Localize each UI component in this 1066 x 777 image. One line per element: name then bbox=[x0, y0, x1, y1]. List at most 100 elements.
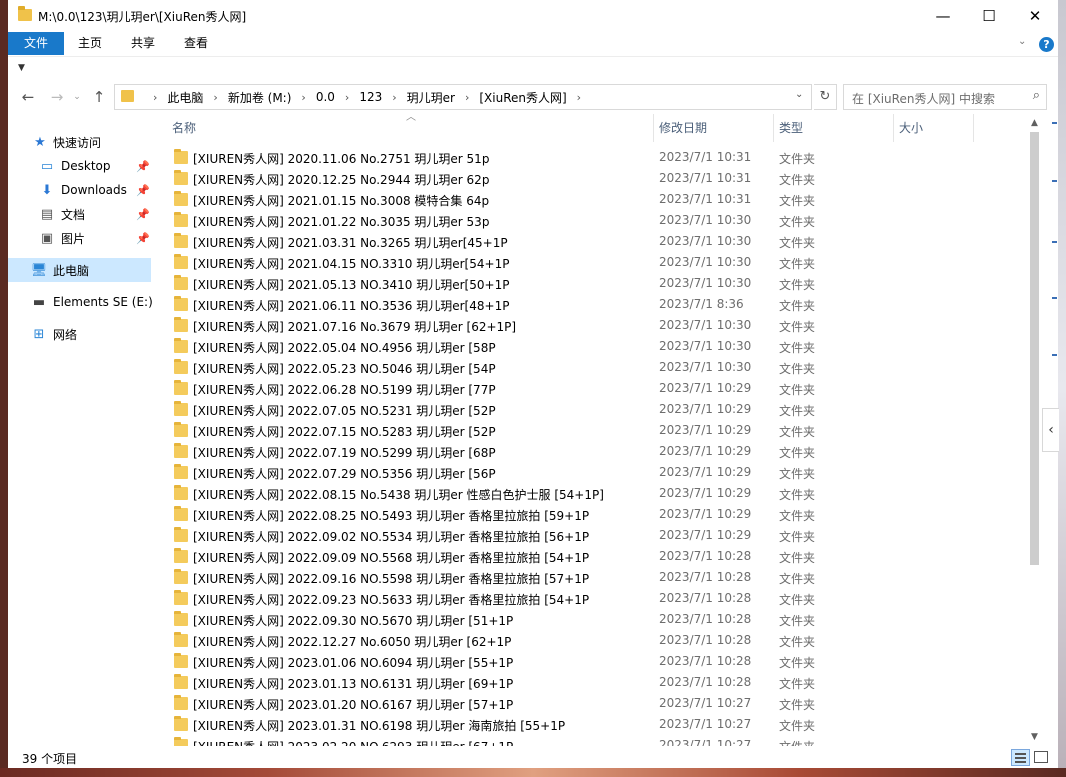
customize-toolbar-icon[interactable]: ▼ bbox=[18, 63, 25, 73]
table-row[interactable]: [XIUREN秀人网] 2022.09.16 NO.5598 玥儿玥er 香格里… bbox=[156, 567, 1026, 588]
table-row[interactable]: [XIUREN秀人网] 2022.09.02 NO.5534 玥儿玥er 香格里… bbox=[156, 525, 1026, 546]
table-row[interactable]: [XIUREN秀人网] 2022.06.28 NO.5199 玥儿玥er [77… bbox=[156, 378, 1026, 399]
breadcrumb-item[interactable]: 玥儿玥er bbox=[407, 89, 455, 106]
chevron-left-icon[interactable]: ‹ bbox=[1042, 408, 1059, 452]
scroll-thumb[interactable] bbox=[1030, 132, 1039, 565]
breadcrumb-item[interactable]: 新加卷 (M:) bbox=[228, 89, 292, 106]
table-row[interactable]: [XIUREN秀人网] 2021.06.11 NO.3536 玥儿玥er[48+… bbox=[156, 294, 1026, 315]
up-button[interactable]: ↑ bbox=[89, 87, 109, 107]
maximize-button[interactable]: ☐ bbox=[966, 0, 1012, 32]
table-row[interactable]: [XIUREN秀人网] 2022.05.04 NO.4956 玥儿玥er [58… bbox=[156, 336, 1026, 357]
table-row[interactable]: [XIUREN秀人网] 2020.12.25 No.2944 玥儿玥er 62p… bbox=[156, 168, 1026, 189]
large-icons-view-button[interactable] bbox=[1033, 750, 1048, 763]
modified-date: 2023/7/1 10:29 bbox=[659, 381, 752, 395]
address-bar[interactable]: › 此电脑 › 新加卷 (M:) › 0.0 › 123 › 玥儿玥er › [… bbox=[114, 84, 812, 110]
file-name: [XIUREN秀人网] 2021.04.15 NO.3310 玥儿玥er[54+… bbox=[193, 257, 510, 271]
chevron-right-icon[interactable]: › bbox=[345, 91, 349, 104]
nav-item-this-pc[interactable]: 🖥 此电脑 bbox=[8, 258, 151, 282]
file-name: [XIUREN秀人网] 2023.02.20 NO.6293 玥儿玥er [67… bbox=[193, 738, 513, 746]
chevron-right-icon[interactable]: › bbox=[153, 91, 157, 104]
vertical-scrollbar[interactable]: ▲ ▼ bbox=[1026, 114, 1043, 746]
minimize-button[interactable]: — bbox=[920, 0, 966, 32]
column-divider[interactable] bbox=[893, 114, 894, 142]
table-row[interactable]: [XIUREN秀人网] 2023.01.13 NO.6131 玥儿玥er [69… bbox=[156, 672, 1026, 693]
modified-date: 2023/7/1 10:29 bbox=[659, 444, 752, 458]
file-type: 文件夹 bbox=[779, 320, 816, 334]
table-row[interactable]: [XIUREN秀人网] 2021.01.22 No.3035 玥儿玥er 53p… bbox=[156, 210, 1026, 231]
close-button[interactable]: ✕ bbox=[1012, 0, 1058, 32]
chevron-right-icon[interactable]: › bbox=[465, 91, 469, 104]
column-divider[interactable] bbox=[773, 114, 774, 142]
recent-locations-icon[interactable]: ⌄ bbox=[67, 87, 87, 107]
table-row[interactable]: [XIUREN秀人网] 2023.01.20 NO.6167 玥儿玥er [57… bbox=[156, 693, 1026, 714]
scroll-up-icon[interactable]: ▲ bbox=[1026, 118, 1043, 128]
nav-item-quick-access[interactable]: ★ 快速访问 bbox=[8, 130, 151, 154]
table-row[interactable]: [XIUREN秀人网] 2023.01.31 NO.6198 玥儿玥er 海南旅… bbox=[156, 714, 1026, 735]
table-row[interactable]: [XIUREN秀人网] 2022.07.29 NO.5356 玥儿玥er [56… bbox=[156, 462, 1026, 483]
chevron-down-icon[interactable]: ⌄ bbox=[795, 89, 803, 100]
table-row[interactable]: [XIUREN秀人网] 2022.08.15 No.5438 玥儿玥er 性感白… bbox=[156, 483, 1026, 504]
nav-item-desktop[interactable]: ▭ Desktop 📌 bbox=[8, 154, 151, 178]
tab-share[interactable]: 共享 bbox=[131, 32, 155, 55]
modified-date: 2023/7/1 10:30 bbox=[659, 276, 752, 290]
column-divider[interactable] bbox=[653, 114, 654, 142]
tab-home[interactable]: 主页 bbox=[78, 32, 102, 55]
table-row[interactable]: [XIUREN秀人网] 2022.07.19 NO.5299 玥儿玥er [68… bbox=[156, 441, 1026, 462]
details-view-button[interactable] bbox=[1011, 749, 1030, 766]
table-row[interactable]: [XIUREN秀人网] 2022.05.23 NO.5046 玥儿玥er [54… bbox=[156, 357, 1026, 378]
column-header-type[interactable]: 类型 bbox=[779, 114, 803, 142]
breadcrumb-item[interactable]: 0.0 bbox=[316, 90, 335, 104]
scroll-down-icon[interactable]: ▼ bbox=[1026, 732, 1043, 742]
table-row[interactable]: [XIUREN秀人网] 2022.07.15 NO.5283 玥儿玥er [52… bbox=[156, 420, 1026, 441]
folder-icon bbox=[174, 380, 188, 395]
table-row[interactable]: [XIUREN秀人网] 2021.07.16 No.3679 玥儿玥er [62… bbox=[156, 315, 1026, 336]
tab-view[interactable]: 查看 bbox=[184, 32, 208, 55]
table-row[interactable]: [XIUREN秀人网] 2022.08.25 NO.5493 玥儿玥er 香格里… bbox=[156, 504, 1026, 525]
table-row[interactable]: [XIUREN秀人网] 2022.09.09 NO.5568 玥儿玥er 香格里… bbox=[156, 546, 1026, 567]
column-header-date[interactable]: 修改日期 bbox=[659, 114, 707, 142]
table-row[interactable]: [XIUREN秀人网] 2022.09.30 NO.5670 玥儿玥er [51… bbox=[156, 609, 1026, 630]
tab-file[interactable]: 文件 bbox=[8, 32, 64, 55]
table-row[interactable]: [XIUREN秀人网] 2021.01.15 No.3008 模特合集 64p 2… bbox=[156, 189, 1026, 210]
breadcrumb-item[interactable]: 123 bbox=[359, 90, 382, 104]
file-name: [XIUREN秀人网] 2021.05.13 NO.3410 玥儿玥er[50+… bbox=[193, 278, 510, 292]
file-type: 文件夹 bbox=[779, 215, 816, 229]
nav-item-network[interactable]: ⊞ 网络 bbox=[8, 322, 151, 346]
nav-item-elements-drive[interactable]: ▬ Elements SE (E:) bbox=[8, 290, 153, 314]
table-row[interactable]: [XIUREN秀人网] 2023.01.06 NO.6094 玥儿玥er [55… bbox=[156, 651, 1026, 672]
column-divider[interactable] bbox=[973, 114, 974, 142]
chevron-right-icon[interactable]: › bbox=[213, 91, 217, 104]
column-header-size[interactable]: 大小 bbox=[899, 114, 923, 142]
table-row[interactable]: [XIUREN秀人网] 2021.03.31 No.3265 玥儿玥er[45+… bbox=[156, 231, 1026, 252]
help-icon[interactable]: ? bbox=[1039, 37, 1054, 52]
nav-item-downloads[interactable]: ⬇ Downloads 📌 bbox=[8, 178, 151, 202]
breadcrumb-item[interactable]: 此电脑 bbox=[167, 89, 203, 106]
breadcrumb-item[interactable]: [XiuRen秀人网] bbox=[479, 89, 566, 106]
table-row[interactable]: [XIUREN秀人网] 2022.07.05 NO.5231 玥儿玥er [52… bbox=[156, 399, 1026, 420]
chevron-right-icon[interactable]: › bbox=[577, 91, 581, 104]
forward-button[interactable]: → bbox=[47, 87, 67, 107]
file-type: 文件夹 bbox=[779, 446, 816, 460]
back-button[interactable]: ← bbox=[18, 87, 38, 107]
search-icon[interactable]: ⌕ bbox=[1033, 88, 1040, 103]
refresh-button[interactable]: ↻ bbox=[814, 84, 837, 110]
table-row[interactable]: [XIUREN秀人网] 2023.02.20 NO.6293 玥儿玥er [67… bbox=[156, 735, 1026, 746]
modified-date: 2023/7/1 10:27 bbox=[659, 738, 752, 746]
table-row[interactable]: [XIUREN秀人网] 2022.09.23 NO.5633 玥儿玥er 香格里… bbox=[156, 588, 1026, 609]
table-row[interactable]: [XIUREN秀人网] 2022.12.27 No.6050 玥儿玥er [62… bbox=[156, 630, 1026, 651]
nav-item-documents[interactable]: ▤ 文档 📌 bbox=[8, 202, 151, 226]
file-type: 文件夹 bbox=[779, 677, 816, 691]
nav-item-label: Desktop bbox=[61, 159, 111, 173]
file-list: [XIUREN秀人网] 2020.11.06 No.2751 玥儿玥er 51p… bbox=[156, 147, 1026, 746]
table-row[interactable]: [XIUREN秀人网] 2020.11.06 No.2751 玥儿玥er 51p… bbox=[156, 147, 1026, 168]
chevron-right-icon[interactable]: › bbox=[392, 91, 396, 104]
chevron-right-icon[interactable]: › bbox=[301, 91, 305, 104]
table-row[interactable]: [XIUREN秀人网] 2021.04.15 NO.3310 玥儿玥er[54+… bbox=[156, 252, 1026, 273]
search-input[interactable]: 在 [XiuRen秀人网] 中搜索 ⌕ bbox=[843, 84, 1047, 110]
table-row[interactable]: [XIUREN秀人网] 2021.05.13 NO.3410 玥儿玥er[50+… bbox=[156, 273, 1026, 294]
window-title: M:\0.0\123\玥儿玥er\[XiuRen秀人网] bbox=[38, 10, 247, 24]
nav-item-pictures[interactable]: ▣ 图片 📌 bbox=[8, 226, 151, 250]
column-header-name[interactable]: 名称 bbox=[172, 114, 196, 142]
expand-ribbon-icon[interactable]: ⌄ bbox=[1018, 36, 1026, 47]
file-type: 文件夹 bbox=[779, 509, 816, 523]
